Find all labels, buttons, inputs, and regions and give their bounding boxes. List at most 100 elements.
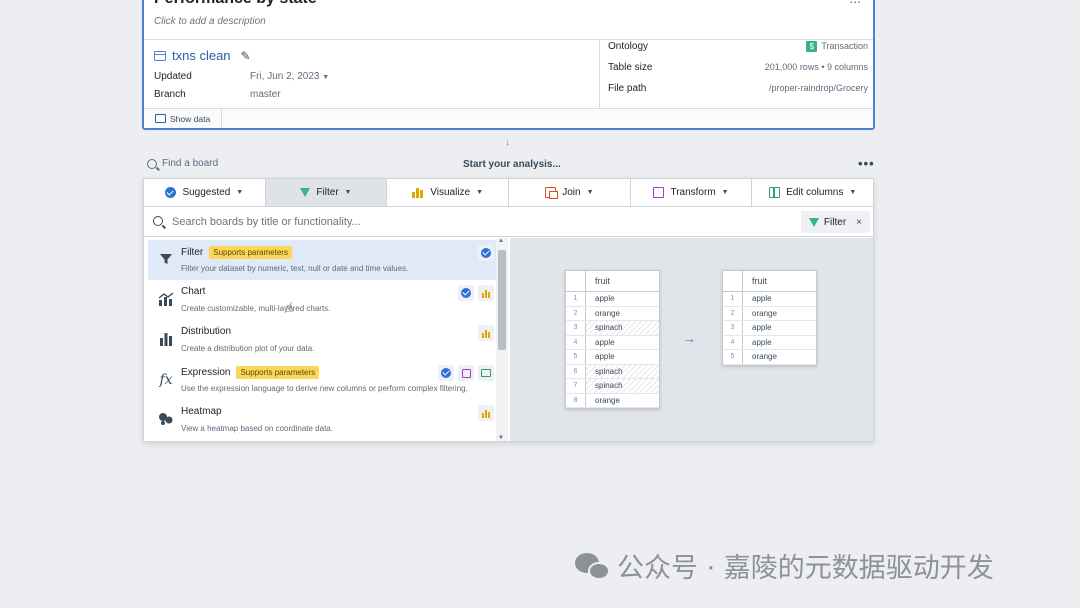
bar-chart-icon <box>478 325 494 341</box>
scroll-up-icon[interactable]: ▲ <box>498 238 504 244</box>
updated-dropdown[interactable]: Fri, Jun 2, 2023 ▼ <box>250 71 329 82</box>
board-preview: fruit 1 apple 2 orange 3 spinach 4 apple 5 ap… <box>510 238 873 441</box>
ontology-object-icon: $ <box>806 41 818 52</box>
item-title-row: Filter Supports parameters <box>181 246 292 259</box>
chart-icon <box>158 292 174 308</box>
caret-down-icon: ▼ <box>322 74 330 81</box>
watermark: 公众号 · 嘉陵的元数据驱动开发 <box>575 546 994 585</box>
scroll-down-icon[interactable]: ▼ <box>498 435 504 441</box>
scrollbar-thumb[interactable] <box>498 250 506 350</box>
row-number: 1 <box>723 292 743 306</box>
transform-icon <box>458 365 474 381</box>
tab-label: Join <box>562 187 581 198</box>
tab-filter[interactable]: Filter ▼ <box>265 179 388 206</box>
table-row: 8 orange <box>566 393 659 408</box>
list-scrollbar[interactable]: ▲ ▼ <box>496 238 508 441</box>
cell: spinach <box>586 321 659 335</box>
category-tabs: Suggested ▼ Filter ▼ Visualize ▼ Join ▼ … <box>144 179 873 207</box>
search-icon <box>153 216 163 226</box>
dataset-meta: Ontology $ Transaction Table size 201,000… <box>599 40 873 112</box>
hand-cursor-icon: ☝ <box>285 299 294 315</box>
more-options-icon[interactable]: ••• <box>858 156 875 171</box>
item-tags <box>458 285 494 301</box>
row-number: 4 <box>566 335 586 349</box>
table-row: 2 orange <box>723 306 816 321</box>
funnel-icon <box>158 252 174 268</box>
description-field[interactable]: Click to add a description <box>154 16 266 27</box>
dataset-name[interactable]: txns clean <box>172 48 231 63</box>
caret-down-icon: ▼ <box>236 189 244 196</box>
ontology-link[interactable]: $ Transaction <box>806 41 868 52</box>
file-path-row: File path /proper-raindrop/Grocery <box>608 83 868 94</box>
row-number: 7 <box>566 379 586 393</box>
table-row: 2 orange <box>566 306 659 321</box>
item-title: Chart <box>181 286 206 297</box>
heatmap-icon <box>158 412 174 428</box>
item-description: Create a distribution plot of your data. <box>181 344 315 353</box>
board-search-input[interactable] <box>172 213 772 231</box>
tab-suggested[interactable]: Suggested ▼ <box>144 179 266 206</box>
list-item-expression[interactable]: fx Expression Supports parameters Use th… <box>148 360 496 400</box>
row-number: 2 <box>723 306 743 320</box>
table-size-value: 201,000 rows • 9 columns <box>764 62 868 72</box>
edit-columns-icon <box>769 187 781 198</box>
funnel-icon <box>808 217 819 227</box>
row-number: 3 <box>566 321 586 335</box>
tab-label: Filter <box>316 187 339 198</box>
item-title: Expression <box>181 367 231 378</box>
find-board-label: Find a board <box>162 158 219 169</box>
arrow-right-icon: → <box>682 330 696 346</box>
row-number: 1 <box>566 292 586 306</box>
column-header: fruit <box>752 276 768 286</box>
tab-transform[interactable]: Transform ▼ <box>631 179 753 206</box>
item-title-row: Chart <box>181 286 205 297</box>
show-data-button[interactable]: Show data <box>144 109 222 128</box>
arrow-down-icon: ↓ <box>505 137 510 148</box>
file-path-label: File path <box>608 83 647 94</box>
table-row-removed: 7 spinach <box>566 379 659 394</box>
table-header: fruit <box>723 271 816 292</box>
tab-edit-columns[interactable]: Edit columns ▼ <box>752 179 873 206</box>
circle-check-icon <box>458 285 474 301</box>
table-icon <box>154 50 166 61</box>
watermark-text: 公众号 · 嘉陵的元数据驱动开发 <box>617 553 994 584</box>
tab-label: Suggested <box>182 187 231 198</box>
table-row: 5 orange <box>723 350 816 365</box>
tab-join[interactable]: Join ▼ <box>509 179 631 206</box>
dataset-name-row: txns clean ✎ <box>154 48 251 63</box>
board-title[interactable]: Performance by state <box>154 0 317 8</box>
tab-label: Edit columns <box>786 187 844 198</box>
list-item-distribution[interactable]: Distribution Create a distribution plot … <box>148 320 496 360</box>
list-item-filter[interactable]: Filter Supports parameters Filter your d… <box>148 240 496 280</box>
find-board-button[interactable]: Find a board <box>147 158 218 169</box>
filter-chip-label: Filter <box>823 216 847 228</box>
list-item-heatmap[interactable]: Heatmap View a heatmap based on coordina… <box>148 400 496 440</box>
board-picker-panel: Suggested ▼ Filter ▼ Visualize ▼ Join ▼ … <box>143 178 874 442</box>
bar-chart-icon <box>478 285 494 301</box>
item-description: View a heatmap based on coordinate data. <box>181 424 333 433</box>
caret-down-icon: ▼ <box>586 189 594 196</box>
pencil-icon[interactable]: ✎ <box>241 49 251 63</box>
join-icon <box>545 187 559 199</box>
close-icon[interactable]: × <box>856 217 862 228</box>
transform-icon <box>653 187 665 198</box>
caret-down-icon: ▼ <box>344 189 352 196</box>
list-item-chart[interactable]: Chart Create customizable, multi-layered… <box>148 280 496 320</box>
caret-down-icon: ▼ <box>476 189 484 196</box>
more-options-icon[interactable]: ... <box>849 0 861 6</box>
filter-chip[interactable]: Filter × <box>800 211 870 233</box>
row-number: 5 <box>723 350 743 364</box>
ontology-label: Ontology <box>608 41 649 52</box>
tab-visualize[interactable]: Visualize ▼ <box>387 179 510 206</box>
cell: orange <box>595 308 620 318</box>
table-row: 5 apple <box>566 350 659 365</box>
item-title: Filter <box>181 247 204 258</box>
table-size-label: Table size <box>608 62 653 73</box>
cell: apple <box>752 294 772 303</box>
bar-chart-icon <box>478 405 494 421</box>
updated-row: Updated Fri, Jun 2, 2023 ▼ <box>154 71 329 82</box>
cell: apple <box>752 323 772 332</box>
table-row: 3 apple <box>723 321 816 336</box>
branch-label: Branch <box>154 89 186 100</box>
supports-parameters-badge: Supports parameters <box>236 366 320 379</box>
